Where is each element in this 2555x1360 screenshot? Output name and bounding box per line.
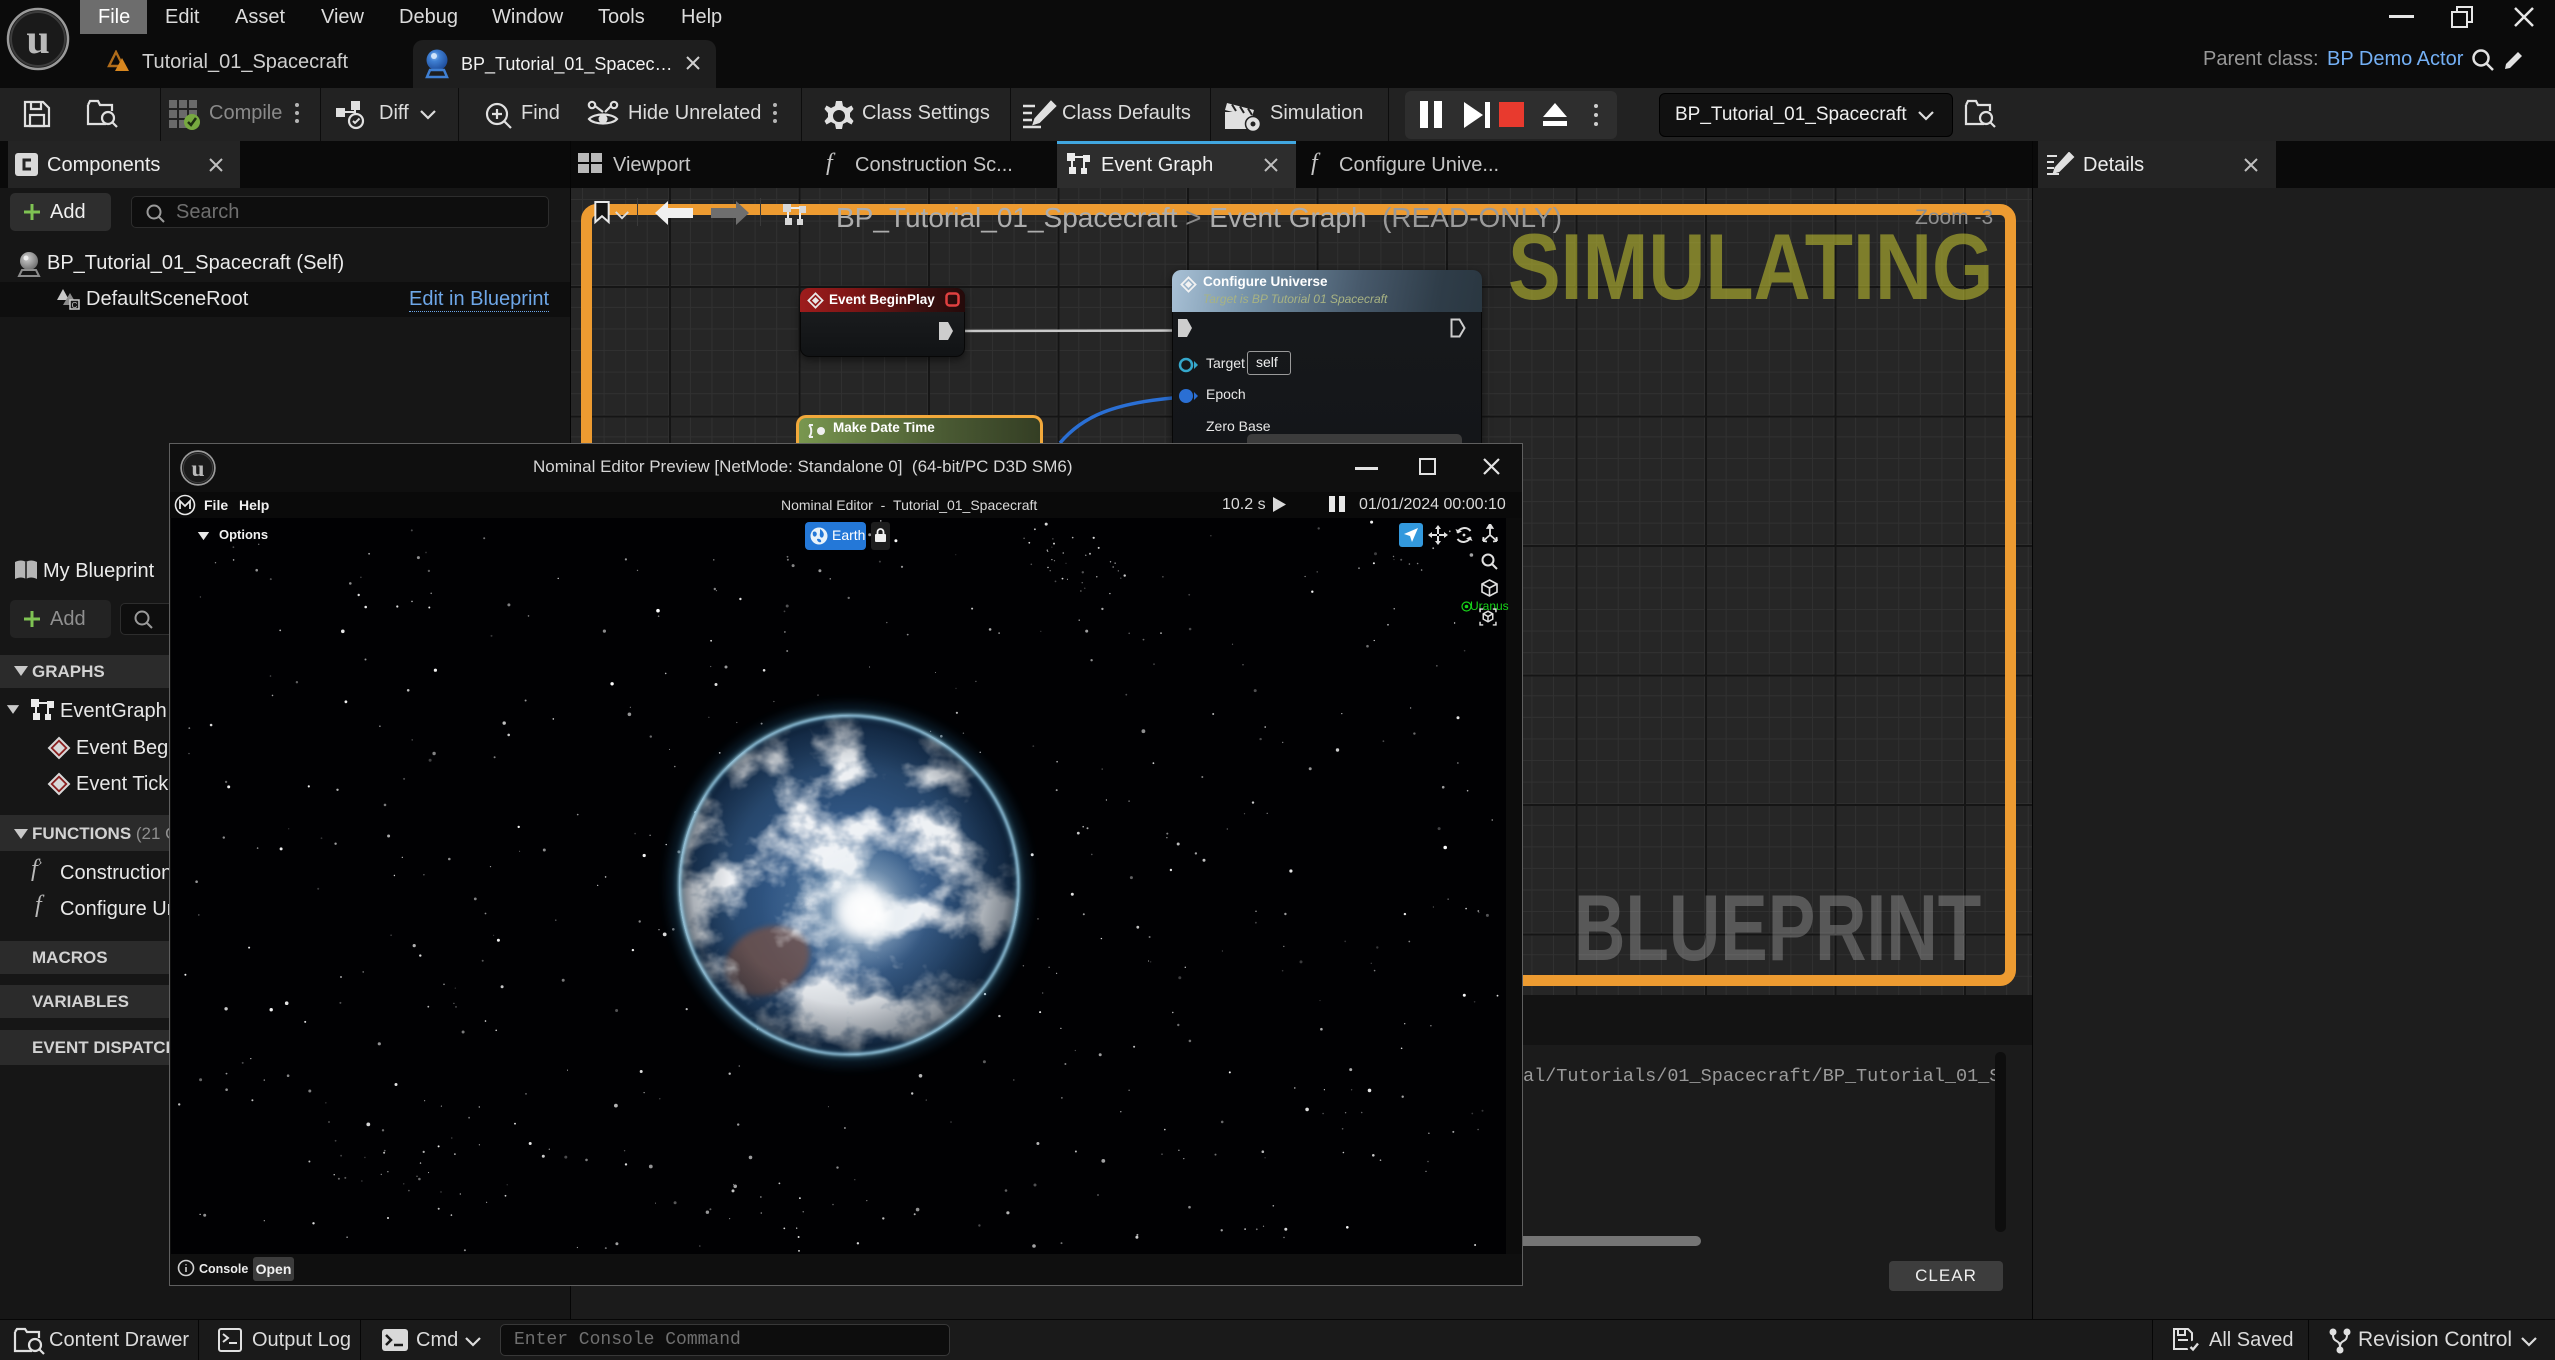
svg-text:u: u (26, 17, 49, 63)
svg-text:C: C (72, 301, 78, 310)
svg-text:u: u (191, 456, 204, 482)
